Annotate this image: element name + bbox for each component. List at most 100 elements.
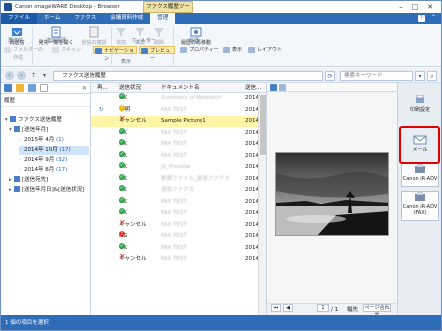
help-icon[interactable]: ? bbox=[418, 15, 425, 22]
layout-label: レイアウト bbox=[257, 47, 283, 53]
fax-icon bbox=[10, 116, 16, 122]
check-icon bbox=[89, 26, 99, 38]
preview-pane: ⏮ ◀ 1 / 1 幅先 ページ合わせ bbox=[267, 83, 397, 318]
dest-canon-iradv-button[interactable]: Canon iR-ADV bbox=[401, 163, 439, 187]
library-tab-icon[interactable] bbox=[4, 84, 12, 92]
display-dropdown[interactable]: 表示 bbox=[222, 46, 244, 54]
address-bar: ‹ › ↑ ▾ ファクス送信履歴 ⟳ 検索キーワード ▾ ⌕ bbox=[1, 68, 441, 83]
chevron-up-icon[interactable]: ⌃ bbox=[431, 14, 436, 21]
document-name-cell: FAX TEST bbox=[161, 244, 187, 251]
refresh-button[interactable]: ⟳ bbox=[325, 71, 335, 81]
tab-file[interactable]: ファイル bbox=[1, 13, 38, 24]
list-scrollbar[interactable] bbox=[258, 93, 266, 315]
preview-label: プレビュー bbox=[150, 48, 171, 62]
scrollbar-thumb[interactable] bbox=[260, 95, 266, 155]
tree-item-2014-10[interactable]: · 2014年 10月 (17) bbox=[19, 146, 89, 155]
column-header-date[interactable]: 送信... bbox=[245, 83, 261, 93]
column-header-docname[interactable]: ドキュメント名 bbox=[161, 83, 200, 93]
check-circle-icon: ✓ bbox=[119, 162, 125, 168]
search-input[interactable]: 検索キーワード bbox=[340, 71, 413, 81]
search-options-button[interactable]: ▾ bbox=[415, 71, 425, 81]
other-tab-icon[interactable] bbox=[40, 84, 48, 92]
tree-item-send-date-status[interactable]: ▸ [送信年月日]&[送信状況] bbox=[9, 186, 84, 195]
add-button[interactable]: 追加 bbox=[113, 26, 129, 46]
column-header-status[interactable]: 送信状況 bbox=[119, 83, 141, 93]
title-bar: Canon imageWARE Desktop - Browser ファクス履歴… bbox=[1, 1, 441, 21]
tree-item-2014-09[interactable]: · 2014年 9月 (32) bbox=[19, 156, 67, 165]
tree-label: 2014年 10月 bbox=[24, 147, 58, 153]
date-cell: 2014 bbox=[245, 152, 259, 159]
property-toggle[interactable]: プロパティー bbox=[179, 46, 219, 54]
table-row[interactable]: ✓OKFAX TEST2014 bbox=[91, 196, 259, 208]
date-cell: 2014 bbox=[245, 198, 259, 205]
tab-meeting[interactable]: 会議資料作成 bbox=[103, 13, 150, 24]
table-row[interactable]: ✓OKFAX TEST2014 bbox=[91, 208, 259, 219]
table-row[interactable]: ✓OK Summary of Research 2014 bbox=[91, 93, 259, 104]
tab-home[interactable]: ホーム bbox=[37, 13, 67, 24]
group-label-send-history: 送信履歴 bbox=[46, 38, 67, 44]
search-button[interactable]: ⌕ bbox=[427, 71, 437, 81]
check-circle-icon: ✓ bbox=[119, 93, 125, 99]
page-number-input[interactable]: 1 bbox=[317, 304, 329, 312]
preview-mode-icon[interactable] bbox=[270, 84, 277, 91]
check-button[interactable]: 受信の確認 bbox=[79, 26, 109, 46]
tab-manage[interactable]: 管理 bbox=[150, 13, 176, 24]
table-row[interactable]: ✓OKFAX TEST2014 bbox=[91, 127, 259, 139]
table-row[interactable]: ✕ キャンセル FAX TEST 2014 bbox=[91, 253, 259, 265]
date-cell: 2014 bbox=[245, 244, 259, 251]
tree-count: (32) bbox=[56, 157, 68, 163]
tree-item-2014-08[interactable]: · 2014年 8月 (17) bbox=[19, 166, 67, 175]
filter-icon bbox=[14, 186, 20, 192]
first-page-button[interactable]: ⏮ bbox=[271, 304, 281, 312]
history-tab-icon[interactable] bbox=[28, 84, 36, 92]
tree-item-2015-04[interactable]: · 2015年 4月 (1) bbox=[19, 136, 64, 145]
table-row[interactable]: !NG FAX TEST 2014 bbox=[91, 231, 259, 242]
close-pane-icon[interactable]: ✕ bbox=[82, 85, 87, 92]
column-header-resend[interactable]: 再... bbox=[97, 83, 108, 93]
tree-item-send-dest[interactable]: ▸ [送信宛先] bbox=[9, 176, 48, 185]
status-text: 1 個の項目を選択 bbox=[5, 320, 49, 326]
check-circle-icon: ✓ bbox=[119, 196, 125, 203]
folder-create-button[interactable]: フォルダーの作成 bbox=[3, 46, 47, 61]
document-name-cell: FAX TEST bbox=[161, 106, 187, 113]
tree-item-send-month[interactable]: ▾ [送信年月] bbox=[9, 126, 48, 135]
tree-item-fax-history[interactable]: ▾ ファクス送信履歴 bbox=[5, 116, 62, 125]
minimize-button[interactable]: – bbox=[395, 2, 407, 12]
path-field[interactable]: ファクス送信履歴 bbox=[53, 71, 323, 81]
table-row[interactable]: ✓OKFAX TEST2014 bbox=[91, 139, 259, 150]
preview-thumb-icon[interactable] bbox=[279, 84, 286, 91]
maximize-button[interactable]: □ bbox=[409, 2, 421, 12]
dropdown-icon[interactable]: ▾ bbox=[40, 71, 49, 80]
document-name-cell: Sample Picture1 bbox=[161, 118, 206, 124]
folder-icon bbox=[4, 47, 11, 53]
error-icon: ! bbox=[119, 231, 125, 237]
print-settings-button[interactable]: 印刷設定 bbox=[401, 95, 439, 119]
table-row[interactable]: ✕ キャンセル Sample Picture1 2014 bbox=[91, 114, 259, 127]
preview-toggle[interactable]: プレビュー bbox=[139, 46, 175, 62]
scan-label: スキャン bbox=[61, 47, 82, 53]
dest-canon-iradv-fax-button[interactable]: Canon iR-ADV (FAX) bbox=[401, 191, 439, 221]
table-row[interactable]: ✓OK JS_Preview 2014 bbox=[91, 162, 259, 173]
table-row[interactable]: ↻?不明FAX TEST2014 bbox=[91, 104, 259, 116]
table-row[interactable]: ✓OKFAX TEST2014 bbox=[91, 150, 259, 162]
printer-device-icon bbox=[415, 164, 425, 173]
navigation-toggle[interactable]: ナビゲーション bbox=[93, 46, 137, 62]
table-row[interactable]: ✓OKFAX TEST2014 bbox=[91, 242, 259, 254]
zoom-select[interactable]: ページ合わせ bbox=[363, 304, 391, 318]
up-arrow-icon[interactable]: ↑ bbox=[29, 71, 38, 80]
close-button[interactable]: ✕ bbox=[424, 2, 436, 12]
cancel-x-icon: ✕ bbox=[119, 114, 126, 123]
cancel-x-icon: ✕ bbox=[119, 217, 126, 227]
layout-dropdown[interactable]: レイアウト bbox=[247, 46, 283, 54]
table-row[interactable]: ✓OK 新規ファイル_送信ファクス 2014 bbox=[91, 173, 259, 185]
prev-page-button[interactable]: ◀ bbox=[283, 304, 293, 312]
table-row[interactable]: ✓OK 送信ファクス 2014 bbox=[91, 185, 259, 196]
forward-button[interactable]: › bbox=[17, 71, 26, 80]
scan-button[interactable]: スキャン bbox=[51, 46, 87, 54]
table-row[interactable]: ✕ キャンセル FAX TEST 2014 bbox=[91, 217, 259, 231]
date-cell: 2014 bbox=[245, 95, 259, 101]
tab-fax[interactable]: ファクス bbox=[67, 13, 103, 24]
back-button[interactable]: ‹ bbox=[5, 71, 14, 80]
favorite-tab-icon[interactable] bbox=[16, 84, 24, 92]
check-circle-icon: ✓ bbox=[119, 173, 125, 180]
